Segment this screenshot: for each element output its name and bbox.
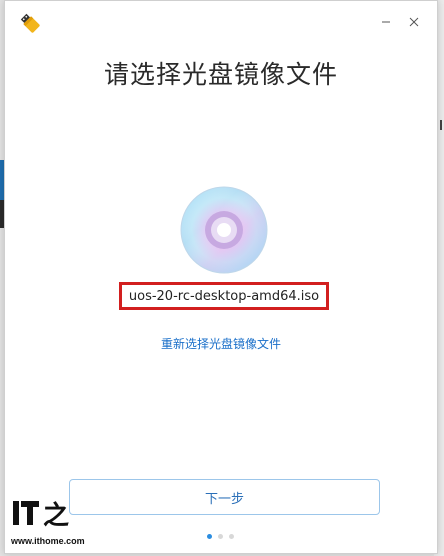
close-button[interactable] [403, 11, 425, 33]
boot-maker-dialog: 请选择光盘镜像文件 uos-20-rc-desktop-amd64.iso 重新… [4, 0, 438, 554]
page-title: 请选择光盘镜像文件 [103, 60, 338, 89]
reselect-iso-link[interactable]: 重新选择光盘镜像文件 [5, 335, 437, 352]
selected-iso-filename: uos-20-rc-desktop-amd64.iso [128, 288, 320, 304]
minimize-button[interactable] [375, 11, 397, 33]
minimize-icon [380, 13, 392, 32]
ithome-watermark-logo: 之 [12, 499, 92, 531]
selected-iso-filename-box: uos-20-rc-desktop-amd64.iso [119, 282, 329, 310]
next-button[interactable]: 下一步 [69, 479, 380, 515]
svg-text:之: 之 [43, 500, 69, 529]
page-dot [218, 534, 223, 539]
page-dot-active [207, 534, 212, 539]
page-indicator [207, 534, 234, 539]
close-icon [408, 13, 420, 32]
page-dot [229, 534, 234, 539]
usb-drive-icon [19, 12, 41, 34]
ithome-watermark-url: www.ithome.com [11, 536, 85, 546]
background-mark [440, 120, 442, 130]
optical-disc-icon [180, 186, 268, 274]
